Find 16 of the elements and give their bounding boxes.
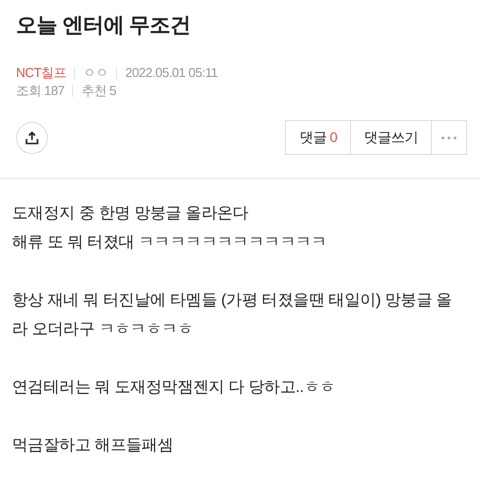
meta-text: 2022.05.01 05:11 xyxy=(125,64,218,82)
comment-count-button[interactable]: 댓글 0 xyxy=(285,120,351,155)
body-text: 먹금잘하고 해프들패셈 xyxy=(12,436,174,456)
stat-text: 추천 5 xyxy=(81,82,116,100)
share-icon xyxy=(25,130,39,144)
body-text: 해류 또 뭐 터졌대 ㅋㅋㅋㅋㅋㅋㅋㅋㅋㅋㅋㅋ xyxy=(12,233,328,253)
write-comment-button[interactable]: 댓글쓰기 xyxy=(351,120,432,155)
post-title: 오늘 엔터에 무조건 xyxy=(16,13,192,39)
body-text: 연검테러는 뭐 도재정막잼젠지 다 당하고..ㅎㅎ xyxy=(12,378,336,398)
meta-text: ㅇㅇ xyxy=(83,64,108,82)
more-icon xyxy=(441,136,457,140)
share-button[interactable] xyxy=(16,122,48,154)
body-text: 항상 재네 뭐 터진날에 타멤들 (가평 터졌을땐 태일이) 망붕글 올라 오더라구 ㅋㅎㅋㅎㅋㅎ xyxy=(12,291,453,340)
stat-text: 조회 187 xyxy=(16,82,64,100)
author-name: NCT칠프 xyxy=(16,64,66,82)
body-text: 도재정지 중 한명 망붕글 올라온다 xyxy=(12,204,250,224)
